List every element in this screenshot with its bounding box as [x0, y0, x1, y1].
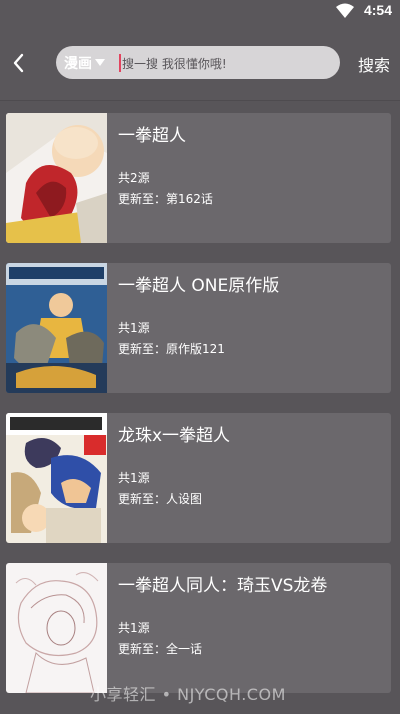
result-sources: 共1源: [118, 621, 150, 635]
cover-image: [6, 263, 107, 393]
result-latest: 更新至：全一话: [118, 642, 203, 656]
cover-image: [6, 413, 107, 543]
result-list: 一拳超人 共2源 更新至：第162话 一拳超人 ONE原作版 共1源 更新至：原…: [6, 113, 391, 713]
watermark: 小享轻汇 • NJYCQH.COM: [90, 685, 286, 704]
result-card[interactable]: 一拳超人同人：琦玉VS龙卷 共1源 更新至：全一话: [6, 563, 391, 693]
result-sources: 共1源: [118, 471, 150, 485]
search-header: 漫画 搜一搜 我很懂你哦! 搜索: [0, 22, 400, 100]
search-input[interactable]: 搜一搜 我很懂你哦!: [122, 55, 227, 72]
result-title: 一拳超人同人：琦玉VS龙卷: [118, 576, 328, 596]
result-card[interactable]: 龙珠x一拳超人 共1源 更新至：人设图: [6, 413, 391, 543]
header-divider: [0, 100, 400, 101]
status-bar: 4:54: [0, 0, 400, 22]
result-latest: 更新至：第162话: [118, 192, 213, 206]
result-latest: 更新至：原作版121: [118, 342, 225, 356]
search-button[interactable]: 搜索: [358, 52, 390, 76]
wifi-icon: [336, 3, 354, 18]
result-sources: 共2源: [118, 171, 150, 185]
search-box[interactable]: 漫画 搜一搜 我很懂你哦!: [56, 46, 340, 79]
cover-image: [6, 563, 107, 693]
caret-down-icon[interactable]: [95, 59, 105, 66]
result-title: 一拳超人 ONE原作版: [118, 276, 280, 296]
chevron-left-icon[interactable]: [8, 52, 30, 74]
text-cursor: [119, 54, 121, 72]
category-selector[interactable]: 漫画: [64, 53, 92, 73]
result-title: 一拳超人: [118, 126, 186, 146]
cover-image: [6, 113, 107, 243]
result-card[interactable]: 一拳超人 ONE原作版 共1源 更新至：原作版121: [6, 263, 391, 393]
result-latest: 更新至：人设图: [118, 492, 203, 506]
result-title: 龙珠x一拳超人: [118, 426, 231, 446]
result-card[interactable]: 一拳超人 共2源 更新至：第162话: [6, 113, 391, 243]
result-sources: 共1源: [118, 321, 150, 335]
status-time: 4:54: [363, 2, 392, 18]
